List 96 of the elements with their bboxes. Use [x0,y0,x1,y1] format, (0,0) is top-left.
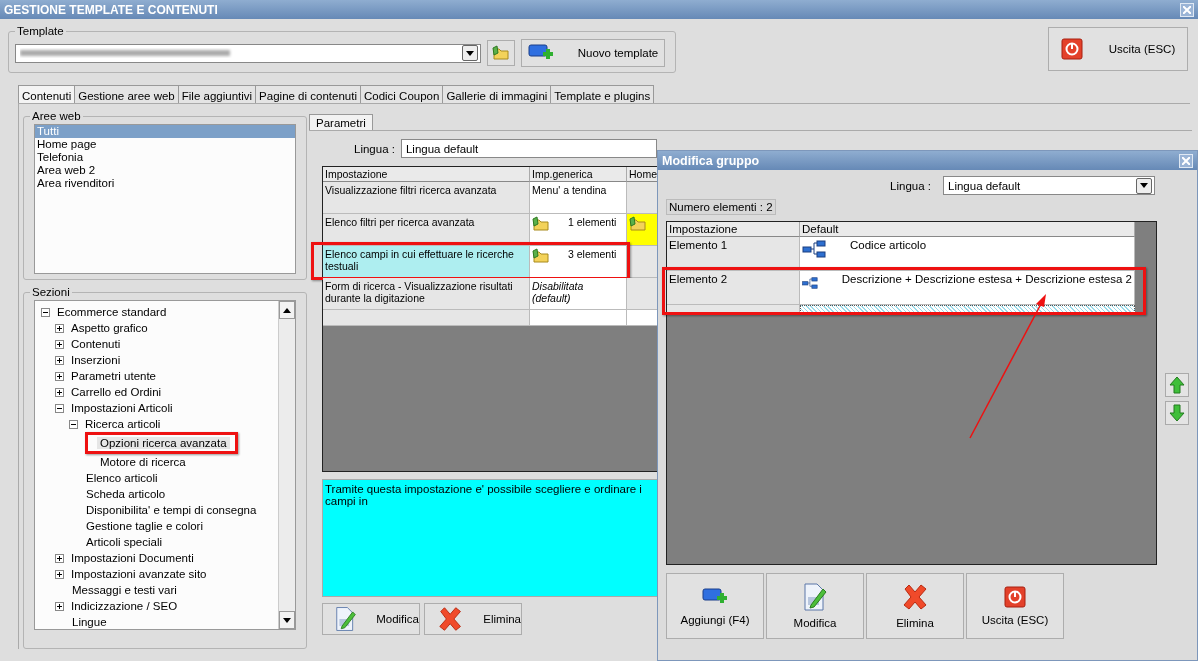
tree-item[interactable]: Aspetto grafico [68,322,151,334]
folder-icon [532,216,550,232]
tree-item[interactable]: Lingue [69,616,110,628]
tree-item[interactable]: Articoli speciali [83,536,166,548]
expand-toggle[interactable] [55,403,64,413]
table-cell[interactable]: Form di ricerca - Visualizzazione risultati durante la digitazione [323,278,530,310]
caret-icon [466,50,474,56]
group-label: Sezioni [31,286,71,298]
tree-item[interactable]: Elenco articoli [83,472,161,484]
column-header: Default [800,222,1135,237]
expand-toggle[interactable] [55,553,64,563]
table-cell-text: 3 elementi [567,248,617,260]
tab[interactable]: Contenuti [18,85,76,103]
dialog-title: Modifica gruppo [662,153,760,168]
field-label: Lingua : [354,142,395,155]
tab[interactable]: Parametri [309,114,373,130]
new-template-button[interactable]: Nuovo template [521,39,665,67]
language-dropdown[interactable]: Lingua default [400,139,657,158]
delete-icon [437,605,464,633]
expand-toggle[interactable] [55,569,64,579]
list-item[interactable]: Home page [35,138,295,151]
list-item[interactable]: Area web 2 [35,164,295,177]
move-up-button[interactable] [1165,373,1189,397]
tab[interactable]: Gallerie di immagini [442,85,552,103]
table-cell: Menu' a tendina [530,182,627,214]
tree-item[interactable]: Ecommerce standard [54,306,170,318]
tree-item[interactable]: Gestione taglie e colori [83,520,206,532]
power-icon [1060,38,1083,60]
tree-item[interactable]: Motore di ricerca [97,456,189,468]
move-down-button[interactable] [1165,401,1189,425]
edit-icon [803,583,827,611]
edit-button[interactable]: Modifica [322,603,420,635]
tree-item[interactable]: Disponibilita' e tempi di consegna [83,504,260,516]
table-cell[interactable]: Elenco campi in cui effettuare le ricerche testuali [323,246,530,278]
tab[interactable]: Codici Coupon [359,85,444,103]
group-label: Template [16,25,65,37]
list-item[interactable]: Telefonia [35,151,295,164]
expand-toggle[interactable] [55,601,64,611]
tree-item[interactable]: Inserzioni [68,354,124,366]
tab[interactable]: Pagine di contenuti [255,85,361,103]
table-cell: Disabilitata (default) [530,278,627,310]
table-cell: Codice articolo [850,239,927,251]
tree-item[interactable]: Opzioni ricerca avanzata [97,437,230,449]
window-title: GESTIONE TEMPLATE E CONTENUTI [4,2,218,17]
tree-item[interactable]: Scheda articolo [83,488,169,500]
expand-toggle[interactable] [55,371,64,381]
tree-item[interactable]: Indicizzazione / SEO [68,600,181,612]
expand-toggle[interactable] [55,323,64,333]
list-item[interactable]: Area rivenditori [35,177,295,190]
caret-icon [1140,183,1148,188]
folder-icon [492,45,510,61]
table-cell-text: 1 elementi [567,216,617,228]
tree-item[interactable]: Impostazioni Articoli [68,402,176,414]
expand-toggle[interactable] [55,355,64,365]
table-cell: Elemento 2 [667,271,800,305]
folder-icon [532,248,550,264]
caret-icon [283,617,291,623]
table-cell[interactable]: Visualizzazione filtri ricerca avanzata [323,182,530,214]
tab[interactable]: Gestione aree web [74,85,179,103]
up-caret-icon [283,307,291,313]
group-label: Aree web [31,110,82,122]
element-count: Numero elementi : 2 [666,199,776,215]
delete-button[interactable]: Elimina [424,603,522,635]
expand-toggle[interactable] [69,419,78,429]
tree-item[interactable]: Parametri utente [68,370,159,382]
field-label: Lingua : [890,179,931,192]
expand-toggle[interactable] [55,339,64,349]
column-header: Impostazione [323,167,530,182]
tree-item[interactable]: Impostazioni Documenti [68,552,197,564]
folder-icon [629,216,647,232]
description-text: Tramite questa impostazione e' possibile scegliere e ordinare i campi in [322,479,660,597]
hierarchy-icon [802,239,826,259]
tree-item[interactable]: Messaggi e testi vari [69,584,180,596]
tab[interactable]: File aggiuntivi [177,85,257,103]
expand-toggle[interactable] [41,307,50,317]
exit-button[interactable]: Uscita (ESC) [966,573,1064,639]
tree-item[interactable]: Impostazioni avanzate sito [68,568,210,580]
open-folder-button[interactable] [487,40,515,66]
tree-item[interactable]: Carrello ed Ordini [68,386,165,398]
add-button[interactable]: Aggiungi (F4) [666,573,764,639]
tree-item[interactable]: Ricerca articoli [82,418,164,430]
column-header: Imp.generica [530,167,627,182]
tab[interactable]: Template e plugins [550,85,655,103]
tree-item[interactable]: Contenuti [68,338,124,350]
exit-button[interactable]: Uscita (ESC) [1048,27,1188,71]
delete-icon [901,583,929,611]
power-icon [1004,586,1026,608]
delete-button[interactable]: Elimina [866,573,964,639]
column-header: Impostazione [667,222,800,237]
edit-button[interactable]: Modifica [766,573,864,639]
edit-icon [335,605,357,633]
template-dropdown[interactable] [15,43,481,63]
expand-toggle[interactable] [55,387,64,397]
scrollbar[interactable] [278,301,295,629]
language-dropdown[interactable]: Lingua default [943,176,1155,195]
table-cell: Descrizione + Descrizione estesa + Descrizione estesa 2 [841,273,1132,285]
